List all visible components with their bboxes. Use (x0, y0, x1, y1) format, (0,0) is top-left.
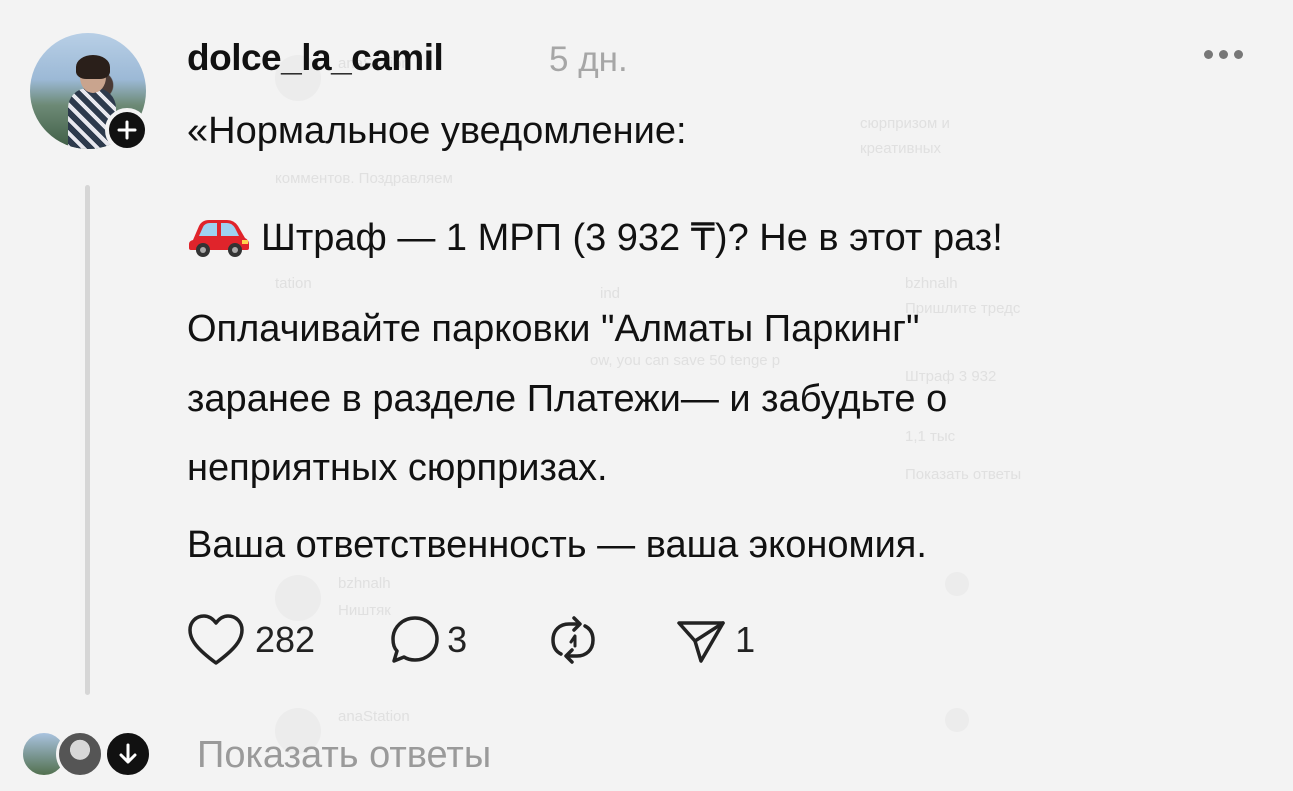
like-button[interactable]: 282 (187, 613, 315, 667)
send-icon (677, 621, 725, 663)
reply-avatar-2 (56, 730, 104, 778)
thread-line (85, 185, 90, 695)
comment-count: 3 (447, 619, 468, 660)
share-button[interactable]: 1 (675, 615, 755, 665)
comment-bubble-icon (391, 616, 439, 663)
more-horizontal-icon (1204, 49, 1213, 59)
post-time: 5 дн. (549, 40, 628, 79)
post-paragraph-line-1: Оплачивайте парковки "Алматы Паркинг" (187, 308, 920, 350)
post-paragraph-line-3: неприятных сюрпризах. (187, 447, 608, 489)
post-closing-line: Ваша ответственность — ваша экономия. (187, 524, 927, 566)
reply-badge (104, 730, 152, 778)
post-fine-line: Штраф — 1 МРП (3 932 ₸)? Не в этот раз! (187, 210, 1003, 270)
follow-button[interactable] (105, 108, 149, 152)
show-replies-link[interactable]: Показать ответы (197, 734, 491, 777)
more-button[interactable] (1204, 44, 1252, 64)
red-car-emoji (187, 210, 251, 270)
like-count: 282 (255, 619, 316, 660)
comment-button[interactable]: 3 (389, 614, 467, 666)
reply-avatars[interactable] (20, 728, 160, 784)
plus-icon (117, 120, 137, 140)
post-actions: 282 3 1 (187, 612, 755, 668)
post-paragraph-line-2: заранее в разделе Платежи— и забудьте о (187, 378, 948, 420)
fine-text: Штраф — 1 МРП (3 932 ₸)? Не в этот раз! (261, 217, 1003, 260)
heart-icon (188, 614, 244, 665)
arrow-down-icon (119, 743, 137, 764)
post-text-line-1: «Нормальное уведомление: (187, 110, 687, 152)
repost-icon (551, 616, 595, 664)
share-count: 1 (735, 619, 756, 660)
username[interactable]: dolce_la_camil (187, 37, 444, 79)
repost-button[interactable] (547, 614, 599, 666)
